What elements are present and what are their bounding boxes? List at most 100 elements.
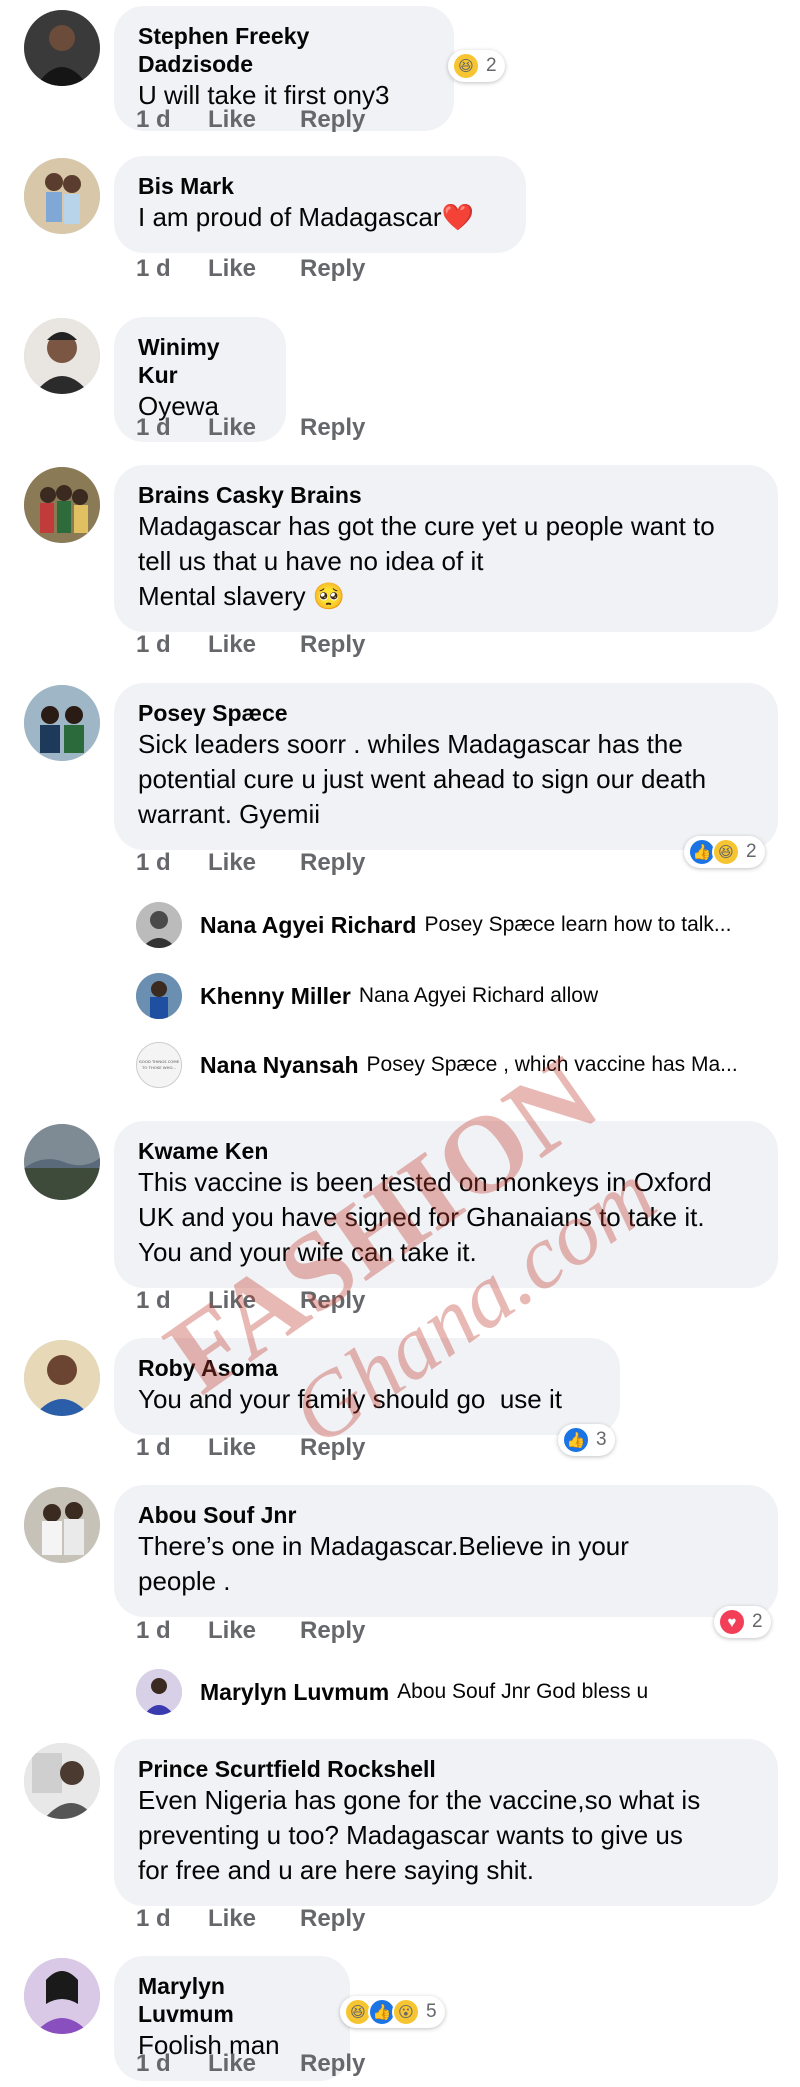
reply-button[interactable]: Reply — [300, 255, 365, 283]
reaction-summary[interactable]: 😆 2 — [448, 50, 505, 82]
comment-time[interactable]: 1 d — [136, 631, 208, 659]
reply-preview[interactable]: Nana Agyei Richard Posey Spæce learn how… — [136, 900, 731, 950]
haha-reaction-icon: 😆 — [452, 52, 480, 80]
avatar[interactable] — [24, 318, 100, 394]
comment-text: You and your family should go use it — [138, 1384, 562, 1414]
avatar[interactable]: GOOD THINGS COME TO THOSE WHO... — [136, 1042, 182, 1088]
comment-text: Sick leaders soorr . whiles Madagascar h… — [138, 729, 707, 829]
reply-author[interactable]: Nana Agyei Richard — [200, 912, 416, 939]
avatar[interactable] — [24, 685, 100, 761]
comment-time[interactable]: 1 d — [136, 255, 208, 283]
comment-author[interactable]: Kwame Ken — [138, 1137, 754, 1165]
like-button[interactable]: Like — [208, 849, 300, 877]
comment-bubble: Posey Spæce Sick leaders soorr . whiles … — [114, 683, 778, 850]
like-button[interactable]: Like — [208, 1434, 300, 1462]
reply-button[interactable]: Reply — [300, 1287, 365, 1315]
reply-preview[interactable]: Khenny Miller Nana Agyei Richard allow — [136, 971, 598, 1021]
reply-button[interactable]: Reply — [300, 1434, 365, 1462]
reaction-summary[interactable]: 😆 👍 😮 5 — [340, 1996, 445, 2028]
wow-reaction-icon: 😮 — [392, 1998, 420, 2026]
reply-author[interactable]: Nana Nyansah — [200, 1052, 359, 1079]
comment-author[interactable]: Brains Casky Brains — [138, 481, 754, 509]
love-reaction-icon: ♥ — [718, 1608, 746, 1636]
comment-bubble: Abou Souf Jnr There’s one in Madagascar.… — [114, 1485, 778, 1617]
avatar[interactable] — [24, 1124, 100, 1200]
comment-time[interactable]: 1 d — [136, 1434, 208, 1462]
comment-time[interactable]: 1 d — [136, 1617, 208, 1645]
reply-text: Nana Agyei Richard allow — [358, 984, 599, 1007]
like-button[interactable]: Like — [208, 255, 300, 283]
like-button[interactable]: Like — [208, 2050, 300, 2078]
comment-text: Madagascar has got the cure yet u people… — [138, 511, 715, 611]
comment-bubble: Roby Asoma You and your family should go… — [114, 1338, 620, 1435]
reply-button[interactable]: Reply — [300, 2050, 365, 2078]
reaction-summary[interactable]: 👍 3 — [558, 1424, 615, 1456]
comment-actions: 1 d Like Reply — [136, 1617, 365, 1645]
comment-author[interactable]: Stephen Freeky Dadzisode — [138, 22, 430, 78]
reply-button[interactable]: Reply — [300, 849, 365, 877]
like-button[interactable]: Like — [208, 1617, 300, 1645]
comment-text: Even Nigeria has gone for the vaccine,so… — [138, 1785, 701, 1885]
comment-author[interactable]: Marylyn Luvmum — [138, 1972, 326, 2028]
avatar[interactable] — [136, 902, 182, 948]
comment-actions: 1 d Like Reply — [136, 849, 365, 877]
haha-reaction-icon: 😆 — [712, 838, 740, 866]
comment-author[interactable]: Winimy Kur — [138, 333, 262, 389]
comment-text: I am proud of Madagascar❤️ — [138, 202, 474, 232]
comment-bubble: Bis Mark I am proud of Madagascar❤️ — [114, 156, 526, 253]
comment-author[interactable]: Abou Souf Jnr — [138, 1501, 754, 1529]
like-button[interactable]: Like — [208, 414, 300, 442]
reaction-summary[interactable]: ♥ 2 — [714, 1606, 771, 1638]
comment-author[interactable]: Prince Scurtfield Rockshell — [138, 1755, 754, 1783]
comment-actions: 1 d Like Reply — [136, 414, 365, 442]
svg-text:TO THOSE WHO...: TO THOSE WHO... — [141, 1065, 176, 1070]
comment-time[interactable]: 1 d — [136, 849, 208, 877]
reply-button[interactable]: Reply — [300, 414, 365, 442]
reaction-summary[interactable]: 👍 😆 2 — [684, 836, 765, 868]
avatar[interactable] — [24, 158, 100, 234]
avatar[interactable] — [136, 1669, 182, 1715]
avatar[interactable] — [24, 1743, 100, 1819]
comment-bubble: Brains Casky Brains Madagascar has got t… — [114, 465, 778, 632]
reply-preview[interactable]: Marylyn Luvmum Abou Souf Jnr God bless u — [136, 1667, 648, 1717]
like-button[interactable]: Like — [208, 631, 300, 659]
reply-preview[interactable]: GOOD THINGS COME TO THOSE WHO... Nana Nya… — [136, 1040, 738, 1090]
avatar[interactable] — [24, 1487, 100, 1563]
avatar[interactable] — [24, 10, 100, 86]
svg-text:GOOD THINGS COME: GOOD THINGS COME — [139, 1059, 180, 1064]
reply-button[interactable]: Reply — [300, 631, 365, 659]
like-button[interactable]: Like — [208, 1905, 300, 1933]
reply-button[interactable]: Reply — [300, 1617, 365, 1645]
like-button[interactable]: Like — [208, 1287, 300, 1315]
reply-text: Abou Souf Jnr God bless u — [397, 1680, 649, 1703]
comment-time[interactable]: 1 d — [136, 1905, 208, 1933]
reply-button[interactable]: Reply — [300, 1905, 365, 1933]
comment-author[interactable]: Bis Mark — [138, 172, 502, 200]
avatar[interactable] — [24, 1958, 100, 2034]
comment-author[interactable]: Roby Asoma — [138, 1354, 596, 1382]
comment-author[interactable]: Posey Spæce — [138, 699, 754, 727]
reply-author[interactable]: Khenny Miller — [200, 983, 351, 1010]
comment-actions: 1 d Like Reply — [136, 106, 365, 134]
avatar[interactable] — [136, 973, 182, 1019]
comment-text: This vaccine is been tested on monkeys i… — [138, 1167, 712, 1267]
comment-bubble: Prince Scurtfield Rockshell Even Nigeria… — [114, 1739, 778, 1906]
reply-text: Posey Spæce , which vaccine has Ma... — [366, 1053, 738, 1076]
comment-bubble: Kwame Ken This vaccine is been tested on… — [114, 1121, 778, 1288]
avatar[interactable] — [24, 1340, 100, 1416]
comment-actions: 1 d Like Reply — [136, 631, 365, 659]
comment-actions: 1 d Like Reply — [136, 1905, 365, 1933]
reply-author[interactable]: Marylyn Luvmum — [200, 1679, 389, 1706]
comment-time[interactable]: 1 d — [136, 106, 208, 134]
comment-actions: 1 d Like Reply — [136, 2050, 365, 2078]
reply-text: Posey Spæce learn how to talk... — [424, 913, 732, 936]
comment-time[interactable]: 1 d — [136, 2050, 208, 2078]
like-button[interactable]: Like — [208, 106, 300, 134]
like-reaction-icon: 👍 — [562, 1426, 590, 1454]
comment-actions: 1 d Like Reply — [136, 1434, 365, 1462]
comment-text: There’s one in Madagascar.Believe in you… — [138, 1531, 629, 1596]
reply-button[interactable]: Reply — [300, 106, 365, 134]
comment-time[interactable]: 1 d — [136, 1287, 208, 1315]
avatar[interactable] — [24, 467, 100, 543]
comment-time[interactable]: 1 d — [136, 414, 208, 442]
